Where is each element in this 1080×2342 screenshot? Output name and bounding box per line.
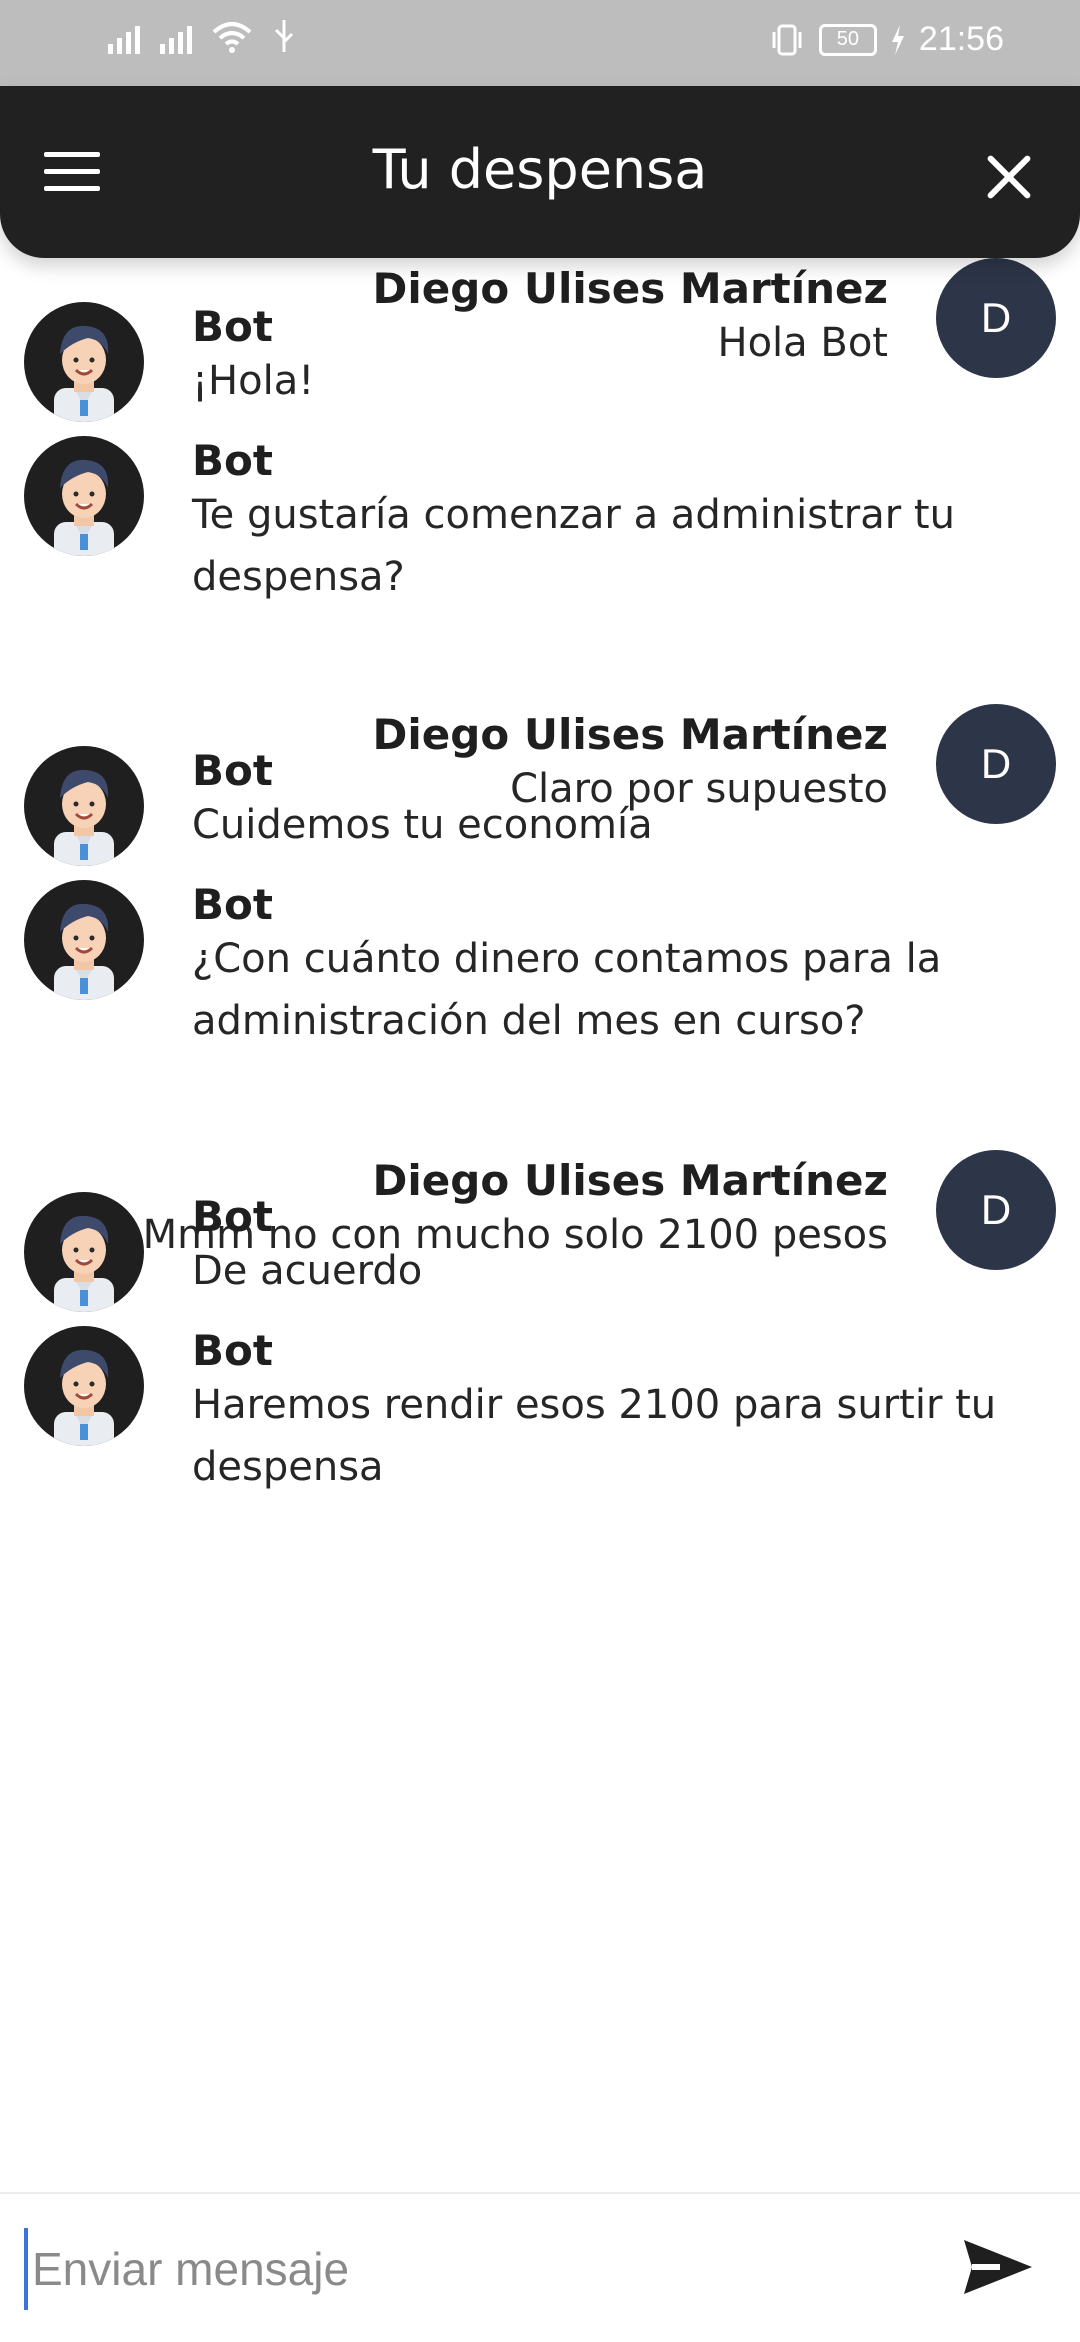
sender-name: Diego Ulises Martínez <box>372 1156 888 1205</box>
clock: 21:56 <box>918 20 1004 58</box>
message-text: ¿Con cuánto dinero contamos para la <box>192 936 942 982</box>
message-text: despensa <box>192 1444 384 1490</box>
sender-name: Bot <box>192 436 273 485</box>
message-input[interactable] <box>24 2228 894 2310</box>
signal-icon <box>108 20 140 54</box>
message-text: De acuerdo <box>192 1248 423 1294</box>
status-right-icons: 50 21:56 <box>769 20 1004 59</box>
bot-avatar-icon <box>24 436 144 556</box>
chat-message-list[interactable]: D Diego Ulises Martínez Hola Bot Bot ¡Hola! B… <box>0 258 1080 2192</box>
sender-name: Diego Ulises Martínez <box>372 710 888 759</box>
sender-name: Bot <box>192 746 273 795</box>
status-left-icons <box>108 18 296 54</box>
page-title: Tu despensa <box>372 138 708 201</box>
wifi-icon <box>212 22 252 53</box>
app-header: Tu despensa <box>0 86 1080 258</box>
sender-name: Bot <box>192 1192 273 1241</box>
message-text: Cuidemos tu economía <box>192 802 653 848</box>
close-icon[interactable] <box>984 152 1034 202</box>
sender-name: Bot <box>192 302 273 351</box>
usb-icon <box>274 20 294 52</box>
sender-name: Bot <box>192 1326 273 1375</box>
bot-avatar-icon <box>24 880 144 1000</box>
message-composer <box>0 2192 1080 2342</box>
message-text: ¡Hola! <box>192 358 315 404</box>
status-bar: 50 21:56 <box>0 0 1080 86</box>
send-icon[interactable] <box>960 2236 1036 2298</box>
bot-avatar-icon <box>24 1192 144 1312</box>
message-text: Haremos rendir esos 2100 para surtir tu <box>192 1382 997 1428</box>
message-text: despensa? <box>192 554 405 600</box>
bot-avatar-icon <box>24 1326 144 1446</box>
bot-avatar-icon <box>24 302 144 422</box>
message-text: administración del mes en curso? <box>192 998 866 1044</box>
bot-avatar-icon <box>24 746 144 866</box>
vibrate-icon <box>772 24 802 55</box>
message-text: Te gustaría comenzar a administrar tu <box>192 492 955 538</box>
signal-icon <box>160 20 192 54</box>
sender-name: Bot <box>192 880 273 929</box>
charging-icon <box>891 24 904 55</box>
sender-name: Diego Ulises Martínez <box>372 264 888 313</box>
battery-icon: 50 <box>818 23 877 56</box>
